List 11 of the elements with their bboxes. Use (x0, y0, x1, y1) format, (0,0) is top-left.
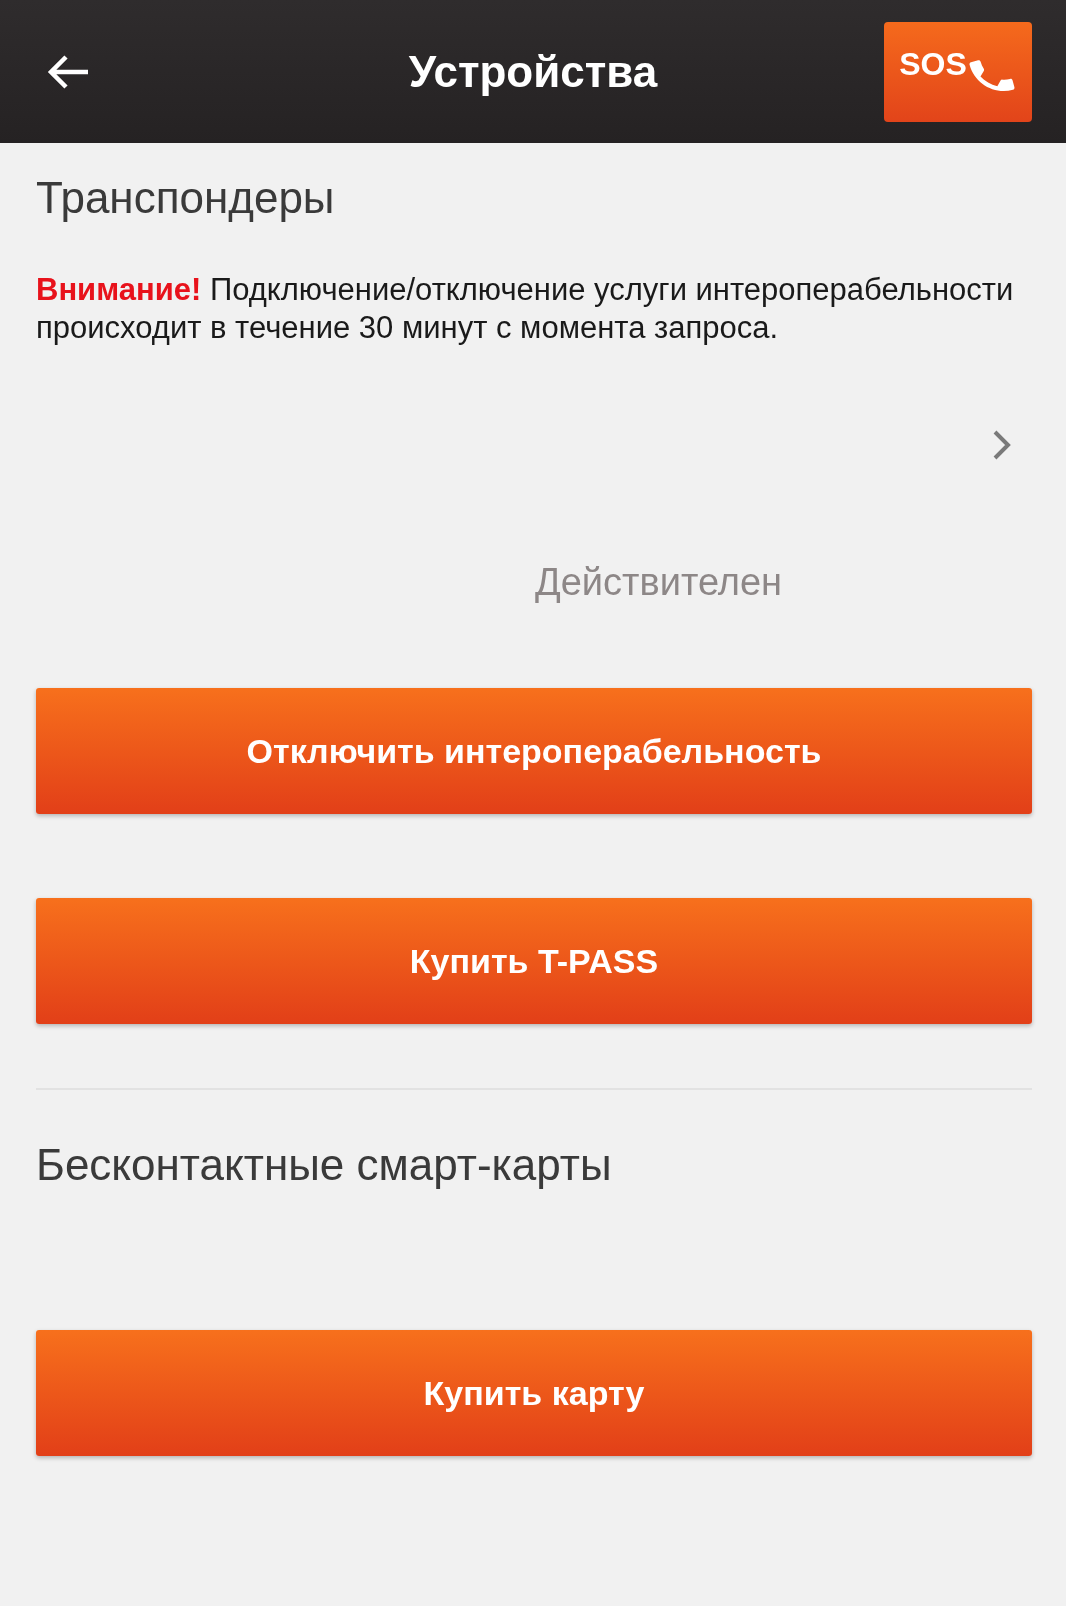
chevron-right-icon[interactable] (992, 429, 1012, 461)
action-button[interactable]: Купить карту (36, 1330, 1032, 1456)
action-button[interactable]: Отключить интероперабельность (36, 688, 1032, 814)
action-button[interactable]: Купить T-PASS (36, 898, 1032, 1024)
sos-button[interactable]: SOS (884, 21, 1032, 122)
section-heading: Бесконтактные смарт-карты (36, 1140, 613, 1190)
section-heading: Транспондеры (36, 172, 336, 223)
warning-text: Внимание! Подключение/отключение услуги интероперабельности происходит в течение 30 минут с момента запроса. (36, 271, 1015, 347)
status-text: Действителен (535, 561, 783, 603)
back-arrow-icon[interactable] (46, 53, 90, 90)
screen-title: Устройства (408, 46, 658, 97)
